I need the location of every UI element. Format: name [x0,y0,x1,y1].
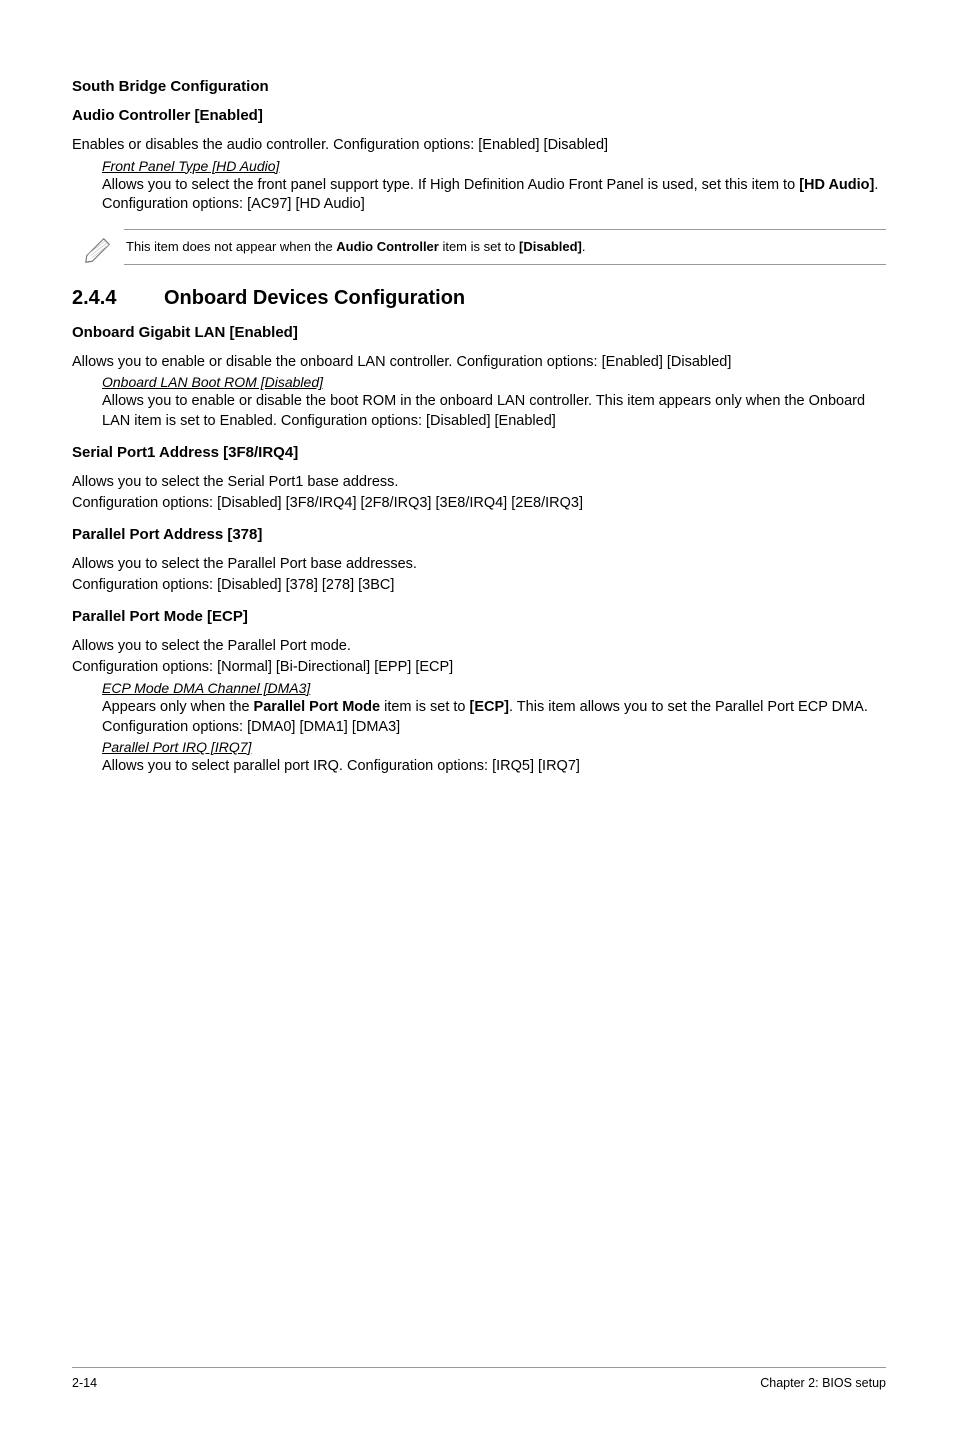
paragraph-ecp-mode: Appears only when the Parallel Port Mode… [102,698,886,737]
heading-parallel-port-mode: Parallel Port Mode [ECP] [72,608,886,625]
heading-onboard-lan: Onboard Gigabit LAN [Enabled] [72,324,886,341]
paragraph-onboard-lan-boot-rom: Allows you to enable or disable the boot… [102,392,886,431]
heading-serial-port1: Serial Port1 Address [3F8/IRQ4] [72,444,886,461]
note-text: This item does not appear when the Audio… [124,229,886,265]
paragraph-parallel-mode-a: Allows you to select the Parallel Port m… [72,637,886,657]
page-footer: 2-14 Chapter 2: BIOS setup [72,1367,886,1390]
heading-south-bridge: South Bridge Configuration [72,78,886,95]
footer-chapter-label: Chapter 2: BIOS setup [760,1376,886,1390]
note-block: This item does not appear when the Audio… [72,229,886,265]
paragraph-front-panel-type: Allows you to select the front panel sup… [102,176,886,215]
label-ecp-mode-dma: ECP Mode DMA Channel [DMA3] [102,680,310,696]
text-bold: [HD Audio] [799,177,874,193]
block-ecp-mode: ECP Mode DMA Channel [DMA3] Appears only… [72,680,886,777]
paragraph-onboard-lan: Allows you to enable or disable the onbo… [72,353,886,373]
pencil-icon [72,229,124,265]
block-front-panel-type: Front Panel Type [HD Audio] Allows you t… [72,158,886,215]
paragraph-parallel-mode-b: Configuration options: [Normal] [Bi-Dire… [72,658,886,678]
text-fragment: item is set to [439,239,519,254]
paragraph-audio-controller: Enables or disables the audio controller… [72,136,886,156]
block-onboard-lan-boot-rom: Onboard LAN Boot ROM [Disabled] Allows y… [72,374,886,431]
text-bold: [Disabled] [519,239,582,254]
section-heading: 2.4.4 Onboard Devices Configuration [72,287,886,310]
text-fragment: . [582,239,586,254]
label-parallel-port-irq: Parallel Port IRQ [IRQ7] [102,739,251,755]
paragraph-parallel-addr-b: Configuration options: [Disabled] [378] … [72,576,886,596]
footer-page-number: 2-14 [72,1376,97,1390]
text-fragment: This item does not appear when the [126,239,336,254]
heading-parallel-port-address: Parallel Port Address [378] [72,526,886,543]
label-front-panel-type: Front Panel Type [HD Audio] [102,158,279,174]
label-onboard-lan-boot-rom: Onboard LAN Boot ROM [Disabled] [102,374,323,390]
heading-audio-controller: Audio Controller [Enabled] [72,107,886,124]
text-bold: Parallel Port Mode [254,699,381,715]
text-fragment: Allows you to select the front panel sup… [102,177,799,193]
text-bold: Audio Controller [336,239,439,254]
paragraph-serial-port1-b: Configuration options: [Disabled] [3F8/I… [72,494,886,514]
section-title: Onboard Devices Configuration [164,287,465,310]
paragraph-serial-port1-a: Allows you to select the Serial Port1 ba… [72,473,886,493]
paragraph-parallel-addr-a: Allows you to select the Parallel Port b… [72,555,886,575]
paragraph-parallel-port-irq: Allows you to select parallel port IRQ. … [102,757,886,777]
text-fragment: Appears only when the [102,699,254,715]
text-bold: [ECP] [470,699,509,715]
section-number: 2.4.4 [72,287,164,310]
text-fragment: item is set to [380,699,469,715]
